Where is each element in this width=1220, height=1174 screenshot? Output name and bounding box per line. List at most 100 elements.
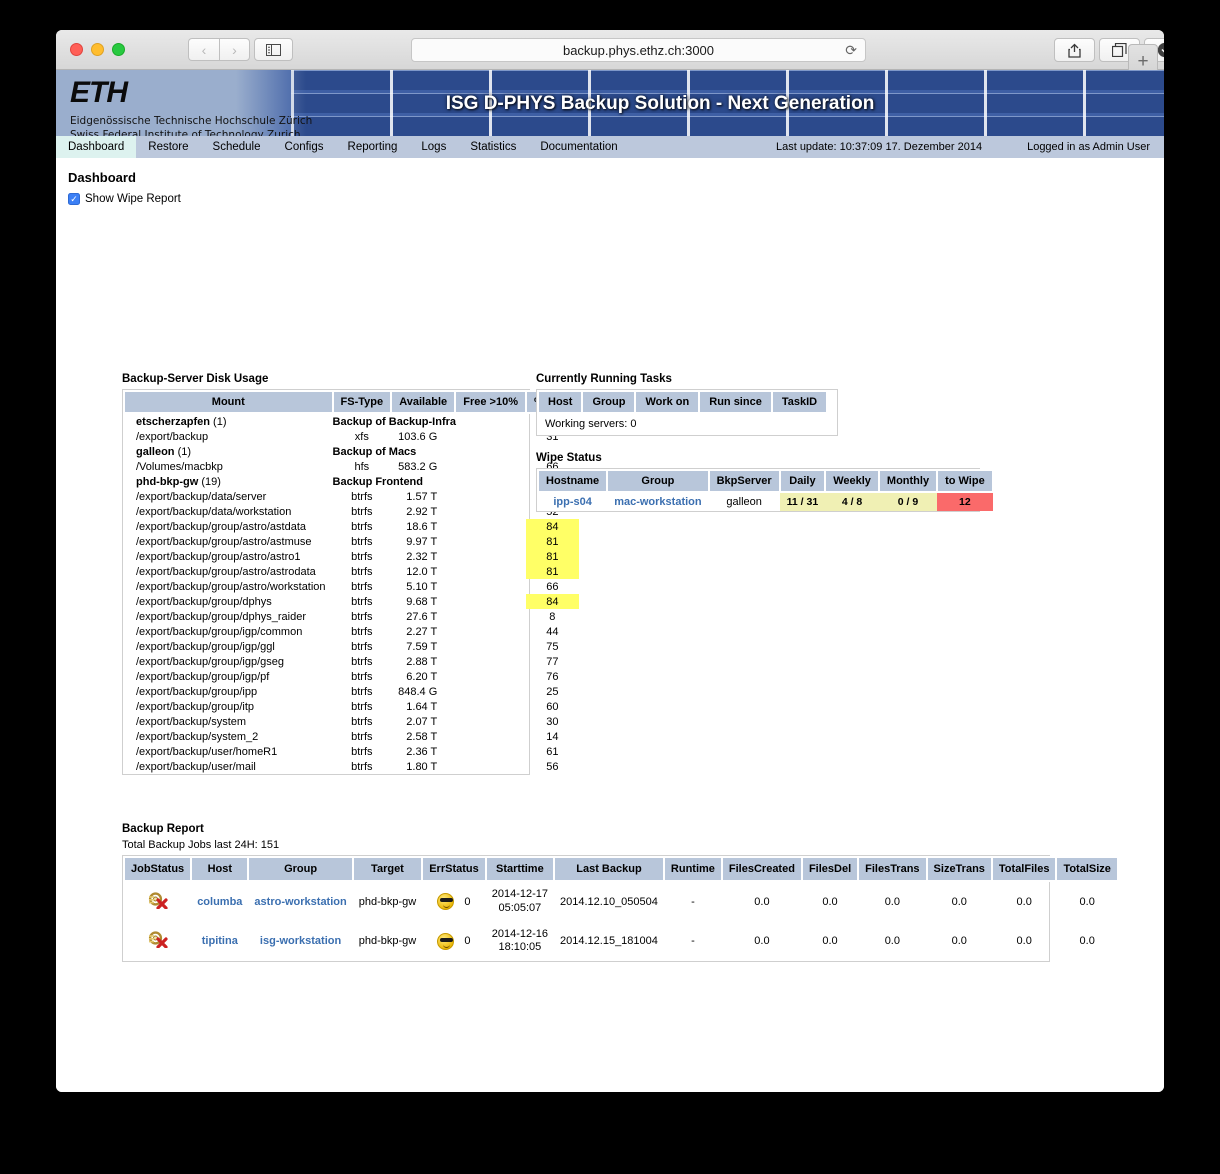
disk-row: /export/backup/group/dphys_raider btrfs 27… — [124, 609, 579, 624]
err-status-value: 0 — [464, 895, 471, 908]
available-space: 1.80 T — [406, 760, 438, 773]
available-space: 1.64 T — [406, 700, 438, 713]
col-daily: Daily — [778, 469, 827, 493]
tab-label: Statistics — [470, 141, 517, 153]
chevron-right-icon: › — [232, 41, 237, 58]
group-link[interactable]: isg-workstation — [248, 922, 352, 962]
tab-label: Documentation — [540, 141, 618, 153]
disk-group-row: phd-bkp-gw (19) Backup Frontend — [124, 474, 579, 489]
disk-usage-body: etscherzapfen (1) Backup of Backup-Infra /… — [124, 413, 579, 774]
total-size: 0.0 — [1079, 935, 1095, 948]
tab-dashboard[interactable]: Dashboard — [56, 136, 137, 158]
percent-used: 76 — [546, 670, 559, 683]
percent-used: 14 — [546, 730, 559, 743]
percent-used: 81 — [526, 549, 579, 564]
reload-icon[interactable]: ⟳ — [845, 42, 857, 59]
eth-subtitle-de: Eidgenössische Technische Hochschule Zür… — [70, 115, 313, 127]
disk-row: /export/backup/data/workstation btrfs 2.92… — [124, 504, 579, 519]
col-totalfiles: TotalFiles — [990, 856, 1058, 882]
available-space: 2.27 T — [406, 625, 438, 638]
fs-type: btrfs — [351, 760, 373, 773]
forward-button[interactable]: › — [219, 38, 250, 61]
free-threshold — [455, 759, 526, 774]
tab-restore[interactable]: Restore — [136, 136, 200, 158]
disk-row: /Volumes/macbkp hfs 583.2 G 66 — [124, 459, 579, 474]
col-filescreated: FilesCreated — [720, 856, 803, 882]
host-link[interactable]: columba — [191, 881, 248, 922]
tab-statistics[interactable]: Statistics — [458, 136, 528, 158]
available-space: 103.6 G — [398, 430, 438, 443]
maximize-window-button[interactable] — [112, 43, 125, 56]
wipe-status-table: Hostname Group BkpServer Daily Weekly Mo… — [536, 469, 994, 511]
smiley-sunglasses-icon — [437, 932, 455, 950]
tab-schedule[interactable]: Schedule — [201, 136, 273, 158]
col-group: Group — [581, 390, 637, 414]
col-mount: Mount — [123, 390, 334, 414]
show-wipe-report-checkbox[interactable]: ✓ — [68, 193, 80, 205]
tab-logs[interactable]: Logs — [409, 136, 458, 158]
percent-used: 84 — [526, 594, 579, 609]
fs-type: btrfs — [351, 490, 373, 503]
last-backup: 2014.12.10_050504 — [560, 895, 658, 908]
hostname-link[interactable]: ipp-s04 — [538, 492, 607, 511]
free-threshold — [455, 744, 526, 759]
percent-used: 84 — [526, 519, 579, 534]
right-column: Currently Running Tasks Host Group Work … — [536, 373, 994, 517]
minimize-window-button[interactable] — [91, 43, 104, 56]
files-deleted: 0.0 — [822, 895, 838, 908]
fs-type: btrfs — [351, 685, 373, 698]
show-wipe-report-row: ✓ Show Wipe Report — [68, 193, 1164, 205]
disk-row: /export/backup/user/mail btrfs 1.80 T 56 — [124, 759, 579, 774]
percent-used: 81 — [526, 534, 579, 549]
files-created: 0.0 — [754, 935, 770, 948]
fs-type: xfs — [354, 430, 369, 443]
err-status-value: 0 — [464, 935, 471, 948]
close-window-button[interactable] — [70, 43, 83, 56]
free-threshold — [455, 564, 526, 579]
wipe-status-panel: Hostname Group BkpServer Daily Weekly Mo… — [536, 468, 994, 512]
tab-reporting[interactable]: Reporting — [336, 136, 410, 158]
fs-type: btrfs — [351, 610, 373, 623]
fs-type: btrfs — [351, 730, 373, 743]
total-files: 0.0 — [1016, 935, 1032, 948]
available-space: 9.97 T — [406, 535, 438, 548]
backup-report-title: Backup Report — [122, 823, 204, 835]
col-totalsize: TotalSize — [1055, 856, 1119, 882]
to-wipe-count: 12 — [937, 492, 993, 511]
host-link[interactable]: tipitina — [191, 922, 248, 962]
tab-documentation[interactable]: Documentation — [528, 136, 629, 158]
percent-used: 66 — [546, 580, 559, 593]
backup-report-body: columba astro-workstation phd-bkp-gw 0 2014-… — [124, 881, 1118, 961]
col-filestrans: FilesTrans — [857, 856, 928, 882]
page-title: Dashboard — [68, 170, 136, 185]
percent-used: 44 — [546, 625, 559, 638]
mount-path: /export/backup/data/workstation — [136, 505, 292, 518]
disk-row: /export/backup/group/astro/astro1 btrfs 2.… — [124, 549, 579, 564]
col-fstype: FS-Type — [331, 390, 393, 414]
col-last-backup: Last Backup — [553, 856, 665, 882]
free-threshold — [455, 729, 526, 744]
mount-path: /export/backup/group/ipp — [136, 685, 258, 698]
tab-label: Dashboard — [68, 141, 125, 153]
group-link[interactable]: mac-workstation — [607, 492, 708, 511]
col-group: Group — [606, 469, 710, 493]
disk-row: /export/backup/group/astro/astrodata btrf… — [124, 564, 579, 579]
files-deleted: 0.0 — [822, 935, 838, 948]
back-button[interactable]: ‹ — [188, 38, 219, 61]
tab-configs[interactable]: Configs — [273, 136, 336, 158]
group-link[interactable]: astro-workstation — [248, 881, 352, 922]
mount-path: /export/backup/group/dphys — [136, 595, 272, 608]
table-row: tipitina isg-workstation phd-bkp-gw 0 2014-1… — [124, 922, 1118, 962]
fs-type: btrfs — [351, 565, 373, 578]
mount-path: /export/backup/group/astro/astmuse — [136, 535, 312, 548]
browser-window: ‹ › backup.phys.ethz.ch:3000 ⟳ + ETH Eid… — [56, 30, 1164, 1092]
address-bar[interactable]: backup.phys.ethz.ch:3000 ⟳ — [411, 38, 866, 62]
disk-row: /export/backup/group/astro/workstation bt… — [124, 579, 579, 594]
disk-row: /export/backup/group/ipp btrfs 848.4 G 25 — [124, 684, 579, 699]
disk-row: /export/backup/data/serverbtrfs1.57 T61 — [124, 489, 579, 504]
share-button[interactable] — [1054, 38, 1095, 62]
eth-subtitle-en: Swiss Federal Institute of Technology Zu… — [70, 129, 301, 136]
fs-type: btrfs — [351, 550, 373, 563]
sidebar-toggle-button[interactable] — [254, 38, 293, 61]
free-threshold — [455, 549, 526, 564]
